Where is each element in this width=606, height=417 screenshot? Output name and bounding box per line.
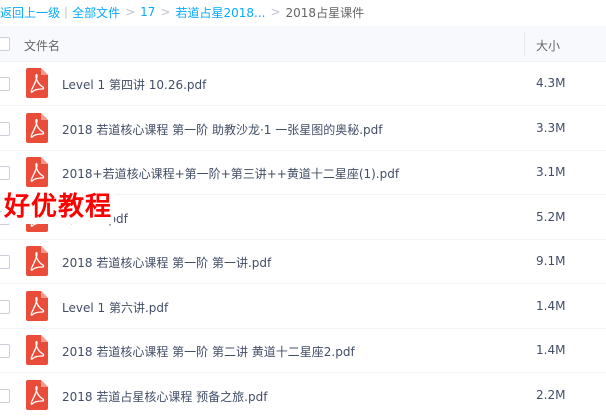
- back-link[interactable]: 返回上一级: [0, 4, 60, 21]
- file-size: 2.2M: [536, 387, 566, 402]
- all-files-link[interactable]: 全部文件: [72, 4, 120, 21]
- column-header-size[interactable]: 大小: [536, 37, 560, 54]
- breadcrumb-divider: |: [64, 5, 69, 19]
- file-size: 5.2M: [536, 209, 566, 224]
- file-size: 1.4M: [536, 343, 566, 357]
- breadcrumb-folder-17[interactable]: 17: [140, 5, 155, 19]
- file-row-checkbox[interactable]: [0, 299, 10, 314]
- file-row[interactable]: 2018 若道核心课程 第一阶 第一讲.pdf 9.1M: [0, 240, 606, 284]
- file-size: 9.1M: [536, 254, 566, 268]
- breadcrumb: 返回上一级 | 全部文件 > 17 > 若道占星2018... > 2018占星…: [0, 0, 606, 24]
- file-list-header: 文件名 大小: [0, 26, 606, 62]
- pdf-icon: [26, 68, 48, 98]
- breadcrumb-current: 2018占星课件: [285, 5, 365, 20]
- column-divider[interactable]: [524, 32, 525, 56]
- file-row[interactable]: 2018 若道核心课程 第一阶 第二讲 黄道十二星座2.pdf 1.4M: [0, 329, 606, 373]
- file-row-checkbox[interactable]: [0, 121, 10, 136]
- file-name[interactable]: 2018 若道占星核心课程 预备之旅.pdf: [62, 388, 267, 405]
- file-row[interactable]: 2018+若道核心课程+第一阶+第三讲++黄道十二星座(1).pdf 3.1M: [0, 151, 606, 195]
- chevron-right-icon: >: [270, 5, 281, 19]
- file-row-checkbox[interactable]: [0, 388, 10, 403]
- file-row-checkbox[interactable]: [0, 255, 10, 269]
- pdf-icon: [26, 157, 48, 187]
- file-size: 3.3M: [536, 120, 566, 135]
- file-name[interactable]: 2018 若道核心课程 第一阶 第二讲 黄道十二星座2.pdf: [62, 343, 355, 360]
- file-size: 3.1M: [536, 165, 566, 179]
- file-row-checkbox[interactable]: [0, 77, 10, 91]
- file-name[interactable]: Level 1 第四讲 10.26.pdf: [62, 76, 206, 93]
- file-name[interactable]: Level 1 第六讲.pdf: [62, 299, 168, 316]
- file-row-checkbox[interactable]: [0, 166, 10, 180]
- pdf-icon: [26, 112, 48, 143]
- file-row[interactable]: Level 1 第四讲 10.26.pdf 4.3M: [0, 62, 606, 106]
- pdf-icon: [26, 335, 48, 365]
- file-row[interactable]: 2018 若道核心课程 第一阶 助教沙龙·1 一张星图的奥秘.pdf 3.3M: [0, 107, 606, 151]
- pdf-icon: [26, 290, 48, 321]
- pdf-icon: [26, 379, 48, 410]
- file-row-checkbox[interactable]: [0, 344, 10, 358]
- file-row[interactable]: Level 1 第六讲.pdf 1.4M: [0, 285, 606, 329]
- file-name[interactable]: 2018 若道核心课程 第一阶 助教沙龙·1 一张星图的奥秘.pdf: [62, 121, 383, 138]
- select-all-checkbox[interactable]: [0, 37, 10, 51]
- pdf-icon: [26, 246, 48, 276]
- chevron-right-icon: >: [125, 5, 136, 19]
- column-header-name[interactable]: 文件名: [24, 37, 60, 54]
- watermark-text: 好优教程: [2, 190, 115, 224]
- file-name[interactable]: 2018+若道核心课程+第一阶+第三讲++黄道十二星座(1).pdf: [62, 165, 399, 182]
- file-row[interactable]: 2018 若道占星核心课程 预备之旅.pdf 2.2M: [0, 374, 606, 417]
- file-size: 1.4M: [536, 298, 566, 313]
- breadcrumb-folder-2018[interactable]: 若道占星2018...: [175, 4, 265, 21]
- chevron-right-icon: >: [160, 5, 171, 19]
- file-size: 4.3M: [536, 76, 566, 90]
- file-name[interactable]: 2018 若道核心课程 第一阶 第一讲.pdf: [62, 254, 271, 271]
